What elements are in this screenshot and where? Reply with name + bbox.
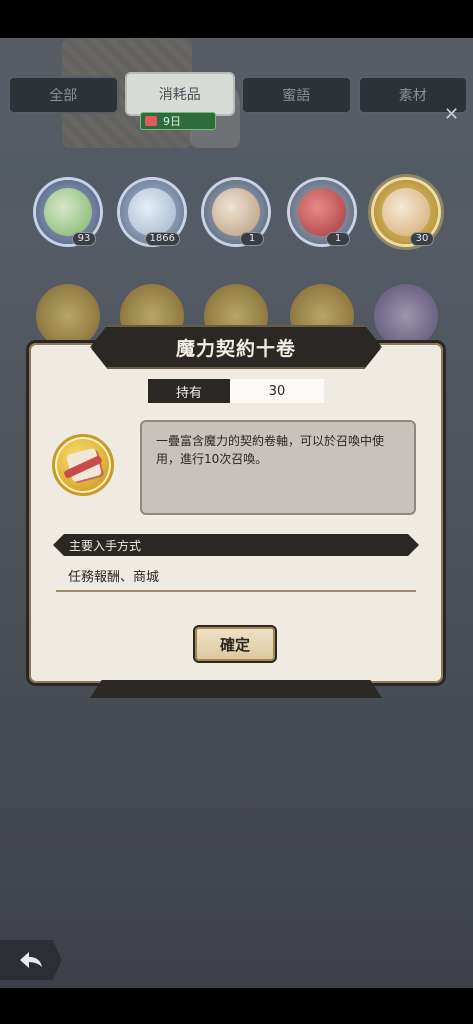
gift-icon [145,116,157,126]
item-count: 1866 [144,232,180,246]
tab-all[interactable]: 全部 [8,76,119,114]
item-slot[interactable]: 1866 [120,180,184,246]
inventory-tabs: 全部 消耗品 蜜語 素材 [8,72,468,116]
potion-icon [44,188,92,236]
tab-whisper[interactable]: 蜜語 [241,76,352,114]
item-count: 93 [72,232,96,246]
item-count: 30 [410,232,434,246]
scroll-fragment-icon [212,188,260,236]
obtain-section-title: 主要入手方式 [53,534,419,556]
owned-row: 持有 30 [148,379,324,403]
item-count: 1 [326,232,350,246]
close-icon[interactable]: ✕ [444,104,459,125]
confirm-button[interactable]: 確定 [193,625,277,663]
item-slot[interactable]: 1 [290,180,354,246]
item-slot[interactable] [36,284,100,348]
owned-value: 30 [230,379,324,403]
item-slot[interactable]: 1 [204,180,268,246]
red-book-icon [298,188,346,236]
back-arrow-icon [20,952,42,968]
limited-days-badge: 9日 [140,112,216,130]
contract-scroll-icon [382,188,430,236]
dialog-title-plate: 魔力契約十卷 [90,325,382,369]
divider [56,590,416,592]
item-slot[interactable] [374,284,438,348]
item-slot[interactable]: 30 [374,180,438,246]
back-button[interactable] [0,940,62,980]
dialog-bottom-plate [90,680,382,698]
contract-scroll-icon [52,434,114,496]
obtain-methods: 任務報酬、商城 [68,570,160,585]
dialog-title: 魔力契約十卷 [175,337,296,360]
item-description: 一疊富含魔力的契約卷軸，可以於召喚中使用，進行10次召喚。 [140,420,416,515]
tab-consumables[interactable]: 消耗品 [124,72,235,116]
days-label: 9日 [163,115,181,128]
item-slot[interactable]: 93 [36,180,100,246]
shell-icon [128,188,176,236]
owned-label: 持有 [148,379,230,403]
item-count: 1 [240,232,264,246]
